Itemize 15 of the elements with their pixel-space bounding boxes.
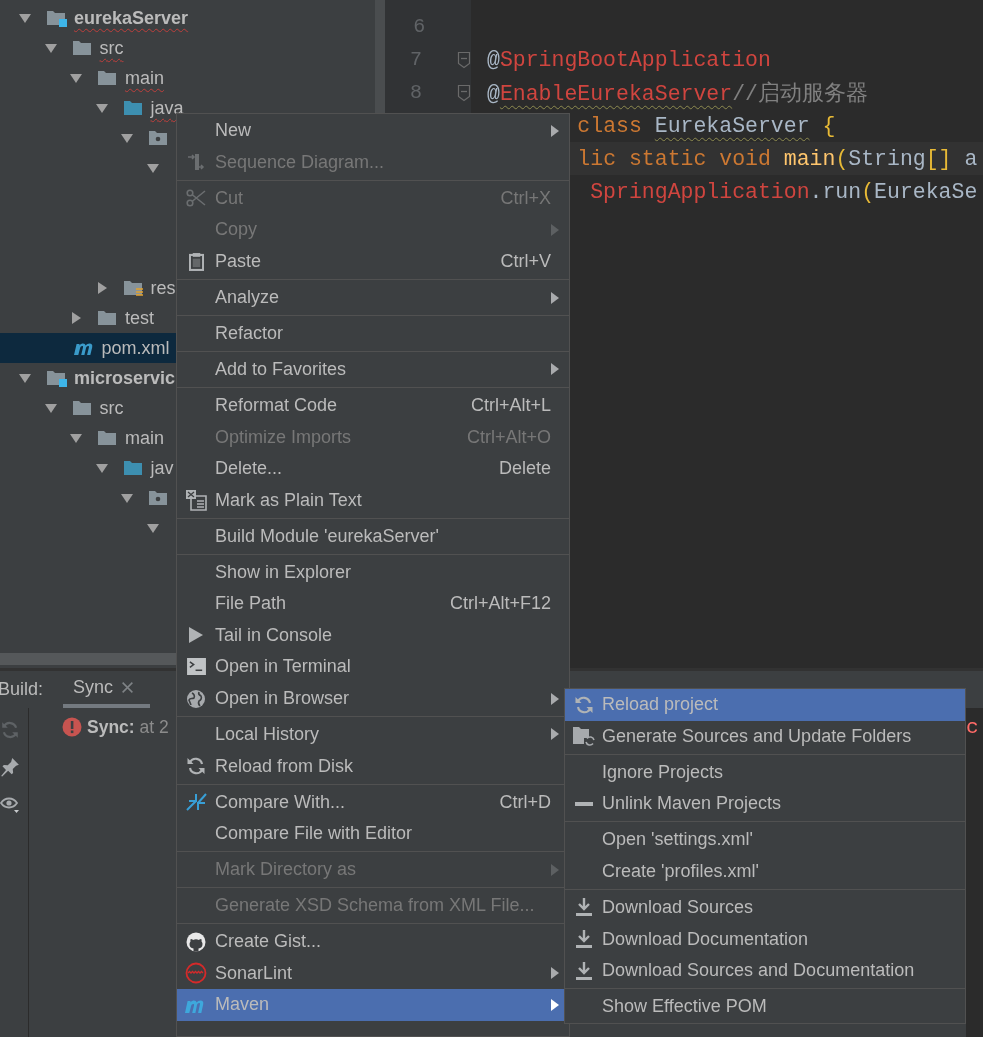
code-line: lic static void main(String[] a <box>577 146 978 171</box>
shortcut-text: Ctrl+V <box>500 251 551 273</box>
shortcut-text: Delete <box>498 458 551 480</box>
shortcut-text: Ctrl+Alt+O <box>466 426 551 448</box>
code-line: SpringApplication.run(EurekaSe <box>590 179 978 204</box>
panel-title: Build: <box>0 678 45 701</box>
shortcut-text: Ctrl+Alt+L <box>470 394 551 416</box>
code-line: @SpringBootApplication <box>487 47 771 72</box>
shortcut-text: Ctrl+X <box>500 187 551 209</box>
code-line: class EurekaServer { <box>577 113 836 138</box>
shortcut-text: Ctrl+D <box>499 791 551 813</box>
shortcut-text: Ctrl+Alt+F12 <box>449 593 551 615</box>
console-text: c <box>966 716 979 739</box>
code-line: @EnableEurekaServer//启动服务器 <box>487 80 868 107</box>
sync-status-text: Sync: at 2 <box>87 716 169 738</box>
